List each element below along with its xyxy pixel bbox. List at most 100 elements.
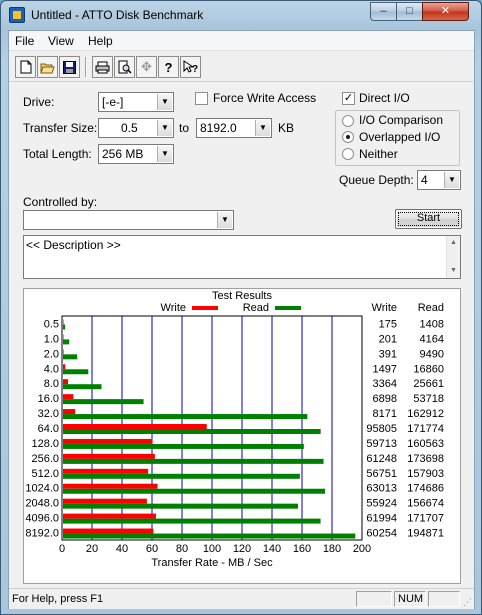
y-category-label: 1024.0 [25,483,59,495]
toolbar-separator [85,57,87,77]
write-value: 63013 [366,483,397,495]
write-value: 95805 [366,423,397,435]
radio-io-comparison[interactable] [342,115,354,127]
write-bar [63,483,158,489]
chevron-down-icon: ▼ [157,146,172,162]
save-icon[interactable] [59,56,80,78]
read-value: 1408 [420,318,444,330]
menu-bar: File View Help [9,31,474,51]
read-bar [63,414,308,420]
legend-read-swatch [275,306,301,310]
write-bar [63,424,207,429]
transfer-size-from-select[interactable]: 0.5 ▼ [98,118,174,138]
read-bar [63,488,326,494]
menu-view[interactable]: View [48,34,74,48]
read-bar [63,443,304,449]
transfer-size-label: Transfer Size: [23,121,98,135]
y-category-label: 16.0 [38,393,59,405]
y-category-label: 8192.0 [25,528,59,540]
y-category-label: 4096.0 [25,513,59,525]
y-category-label: 4.0 [44,363,59,375]
read-bar [63,458,324,464]
y-category-label: 32.0 [38,408,59,420]
y-category-label: 512.0 [31,468,59,480]
x-tick-label: 20 [86,543,98,555]
drive-select[interactable]: [-e-] ▼ [98,92,174,112]
scroll-up-icon[interactable]: ▲ [447,236,460,250]
direct-io-checkbox[interactable]: ✓ [342,92,355,105]
new-icon[interactable] [15,56,36,78]
write-bar [63,394,74,400]
force-write-checkbox[interactable] [195,92,208,105]
status-bar: For Help, press F1 NUM ⋰ [9,588,474,609]
force-write-label: Force Write Access [213,91,317,105]
scroll-down-icon[interactable]: ▼ [447,264,460,278]
description-scrollbar[interactable]: ▲ ▼ [446,236,460,278]
test-results-panel: Test Results Write Read Write Read 0 20 40 60 80 1… [23,288,461,584]
transfer-size-to-select[interactable]: 8192.0 ▼ [196,118,272,138]
start-button[interactable]: Start [395,209,462,229]
help-icon[interactable]: ? [158,56,179,78]
context-help-icon[interactable]: ? [180,56,201,78]
legend-read-label: Read [243,302,269,314]
read-value: 25661 [413,378,444,390]
drive-select-value: [-e-] [102,95,124,109]
read-value: 171774 [407,423,444,435]
read-value: 156674 [407,498,444,510]
move-icon[interactable]: ✥ [136,56,157,78]
x-tick-label: 180 [323,543,341,555]
queue-depth-select[interactable]: 4 ▼ [417,170,461,190]
queue-depth-label: Queue Depth: [339,173,414,187]
app-window: Untitled - ATTO Disk Benchmark – □ ✕ Fil… [0,0,482,615]
title-bar[interactable]: Untitled - ATTO Disk Benchmark – □ ✕ [1,1,481,29]
read-value: 171707 [407,513,444,525]
controlled-by-select[interactable]: ▼ [23,210,234,230]
x-tick-label: 100 [203,543,221,555]
write-value: 61248 [366,453,397,465]
read-value: 4164 [420,333,444,345]
x-tick-label: 60 [146,543,158,555]
write-value: 8171 [373,408,397,420]
results-chart: Test Results Write Read Write Read 0 20 40 60 80 1… [25,290,444,569]
read-bar [63,369,89,375]
read-bar [63,354,78,360]
maximize-button[interactable]: □ [396,2,423,21]
radio-overlapped-io[interactable] [342,131,354,143]
write-value: 175 [379,318,397,330]
read-bar [63,429,321,434]
resize-grip-icon[interactable]: ⋰ [463,597,472,608]
total-length-select[interactable]: 256 MB ▼ [98,144,174,164]
client-area: File View Help ✥ ? ? Drive: [-e-] ▼ Forc… [8,30,475,609]
overlapped-io-label: Overlapped I/O [359,130,441,144]
read-value: 162912 [407,408,444,420]
print-preview-icon[interactable] [114,56,135,78]
total-length-value: 256 MB [102,147,144,161]
radio-neither[interactable] [342,148,354,160]
description-text: << Description >> [26,238,121,252]
direct-io-label: Direct I/O [359,91,410,105]
close-button[interactable]: ✕ [422,2,469,21]
read-bar [63,384,102,390]
read-column-header: Read [418,302,444,314]
write-bar [63,468,149,474]
y-category-label: 256.0 [31,453,59,465]
read-value: 53718 [413,393,444,405]
print-icon[interactable] [92,56,113,78]
x-axis-title: Transfer Rate - MB / Sec [151,557,273,569]
menu-help[interactable]: Help [88,34,113,48]
read-bar [63,399,144,405]
open-icon[interactable] [37,56,58,78]
menu-file[interactable]: File [15,34,34,48]
read-value: 157903 [407,468,444,480]
description-box[interactable]: << Description >> ▲ ▼ [23,235,461,279]
total-length-label: Total Length: [23,147,92,161]
y-category-label: 1.0 [44,333,59,345]
read-bar [63,339,70,345]
drive-label: Drive: [23,95,55,109]
write-value: 59713 [366,438,397,450]
chevron-down-icon: ▼ [444,172,459,188]
status-help-text: For Help, press F1 [12,593,104,605]
minimize-button[interactable]: – [370,2,397,21]
x-tick-label: 0 [59,543,65,555]
read-value: 9490 [420,348,444,360]
